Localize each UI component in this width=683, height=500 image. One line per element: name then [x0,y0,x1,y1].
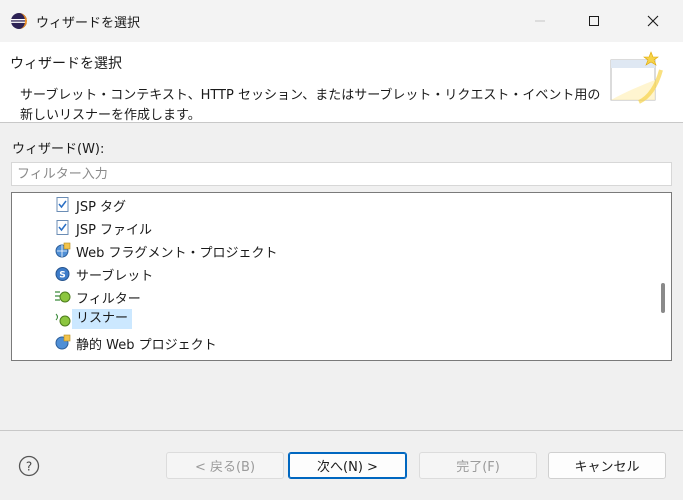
svg-text:?: ? [26,460,32,474]
minimize-icon [535,20,545,22]
wizard-dialog: ウィザードを選択 ウィザードを選択 サーブレット・コンテキスト、HTTP セッシ… [0,0,683,500]
tree-item-static-web-project[interactable]: 静的 Web プロジェクト [12,331,652,354]
tree-item-filter[interactable]: フィルター [12,285,652,308]
maximize-button[interactable] [566,0,622,42]
title-bar: ウィザードを選択 [0,0,683,42]
footer-separator [0,430,683,431]
filter-icon [55,291,71,303]
close-button[interactable] [625,0,681,42]
tree-item-listener[interactable]: リスナー [12,308,652,331]
help-icon[interactable]: ? [18,455,40,477]
cancel-button[interactable]: キャンセル [548,452,666,479]
wizard-banner: ウィザードを選択 サーブレット・コンテキスト、HTTP セッション、またはサーブ… [0,42,683,123]
filter-input[interactable] [11,162,672,186]
close-icon [647,15,659,27]
listener-icon [55,313,71,327]
tree-scrollbar[interactable] [654,193,671,360]
window-title: ウィザードを選択 [36,16,141,31]
tree-item-jsp-file[interactable]: JSP ファイル [12,216,652,239]
svg-text:S: S [59,271,65,281]
finish-button[interactable]: 完了(F) [419,452,537,479]
eclipse-icon [11,13,27,29]
jsp-file-icon [56,220,69,235]
servlet-icon: S [55,267,70,281]
wizards-label: ウィザード(W): [12,142,105,157]
minimize-button[interactable] [512,0,568,42]
web-fragment-project-icon [55,242,71,258]
maximize-icon [589,16,599,26]
banner-description: サーブレット・コンテキスト、HTTP セッション、またはサーブレット・リクエスト… [20,88,601,123]
jsp-tag-icon [56,197,69,212]
next-button[interactable]: 次へ(N) > [288,452,407,479]
new-wizard-icon [610,51,663,104]
tree-item-jsp-tag[interactable]: JSP タグ [12,193,652,216]
back-button[interactable]: < 戻る(B) [166,452,284,479]
scrollbar-thumb[interactable] [661,283,665,313]
tree-item-servlet[interactable]: S サーブレット [12,262,652,285]
wizard-tree[interactable]: JSP タグ JSP ファイル Web フラグメント・プロジェクト S サーブレ… [11,192,672,361]
tree-item-web-fragment-project[interactable]: Web フラグメント・プロジェクト [12,239,652,262]
static-web-project-icon [55,334,71,350]
banner-title: ウィザードを選択 [10,56,122,72]
